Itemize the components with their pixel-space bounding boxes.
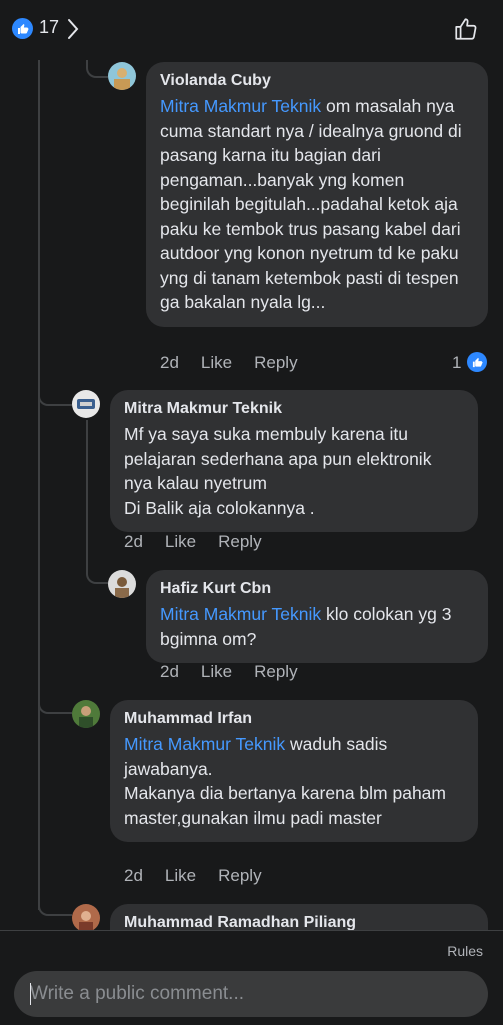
comment-actions: 2d Like Reply <box>160 353 298 373</box>
comment-author[interactable]: Hafiz Kurt Cbn <box>160 580 474 598</box>
comment-bubble[interactable]: Muhammad Irfan Mitra Makmur Teknik waduh… <box>110 700 478 842</box>
thread-connector <box>38 388 72 406</box>
comment-time: 2d <box>124 532 143 551</box>
reaction-count[interactable]: 1 <box>452 353 461 373</box>
text-caret <box>30 983 31 1005</box>
reply-button[interactable]: Reply <box>218 866 261 886</box>
like-reaction-icon <box>12 18 33 39</box>
reply-button[interactable]: Reply <box>254 662 297 682</box>
comment-author[interactable]: Mitra Makmur Teknik <box>124 400 464 418</box>
like-outline-icon[interactable] <box>453 16 479 42</box>
thread-connector <box>38 694 72 714</box>
like-button[interactable]: Like <box>201 662 232 682</box>
thread-line-nested <box>86 420 88 560</box>
reply-button[interactable]: Reply <box>254 353 297 373</box>
comment-author[interactable]: Muhammad Irfan <box>124 710 464 728</box>
thread-connector <box>86 560 108 584</box>
comment-time: 2d <box>160 353 179 372</box>
mention-link[interactable]: Mitra Makmur Teknik <box>160 96 321 116</box>
avatar[interactable] <box>72 390 100 418</box>
comment-text: Mitra Makmur Teknik om masalah nya cuma … <box>160 94 474 315</box>
reaction-count: 17 <box>39 17 60 37</box>
comment-bubble[interactable]: Hafiz Kurt Cbn Mitra Makmur Teknik klo c… <box>146 570 488 663</box>
comment-text: Mf ya saya suka membuly karena itu pelaj… <box>124 424 432 518</box>
comment-text: Mitra Makmur Teknik klo colokan yg 3 bgi… <box>160 602 474 651</box>
comment-author[interactable]: Violanda Cuby <box>160 72 474 90</box>
like-reaction-icon[interactable] <box>467 352 487 372</box>
thread-line-main <box>38 60 40 910</box>
avatar[interactable] <box>72 904 100 932</box>
avatar[interactable] <box>108 570 136 598</box>
like-button[interactable]: Like <box>165 866 196 886</box>
rules-link[interactable]: Rules <box>447 943 483 959</box>
thread-connector <box>38 896 72 916</box>
mention-link[interactable]: Mitra Makmur Teknik <box>160 604 321 624</box>
avatar[interactable] <box>108 62 136 90</box>
comment-time: 2d <box>124 866 143 885</box>
comment-body: om masalah nya cuma standart nya / ideal… <box>160 96 462 312</box>
comment-composer: Rules <box>0 930 503 1025</box>
reply-button[interactable]: Reply <box>218 532 261 552</box>
comment-actions: 2d Like Reply <box>124 532 262 552</box>
like-button[interactable]: Like <box>165 532 196 552</box>
comment-bubble[interactable]: Mitra Makmur Teknik Mf ya saya suka memb… <box>110 390 478 532</box>
thread-connector <box>86 62 108 78</box>
avatar[interactable] <box>72 700 100 728</box>
comment-bubble[interactable]: Violanda Cuby Mitra Makmur Teknik om mas… <box>146 62 488 327</box>
comment-input[interactable] <box>14 971 488 1017</box>
reactions-bar[interactable]: 17 <box>0 0 503 60</box>
chevron-right-icon[interactable] <box>66 17 80 41</box>
comment-actions: 2d Like Reply <box>160 662 298 682</box>
comment-time: 2d <box>160 662 179 681</box>
comment-actions: 2d Like Reply <box>124 866 262 886</box>
like-button[interactable]: Like <box>201 353 232 373</box>
comment-text: Mitra Makmur Teknik waduh sadis jawabany… <box>124 732 464 830</box>
mention-link[interactable]: Mitra Makmur Teknik <box>124 734 285 754</box>
